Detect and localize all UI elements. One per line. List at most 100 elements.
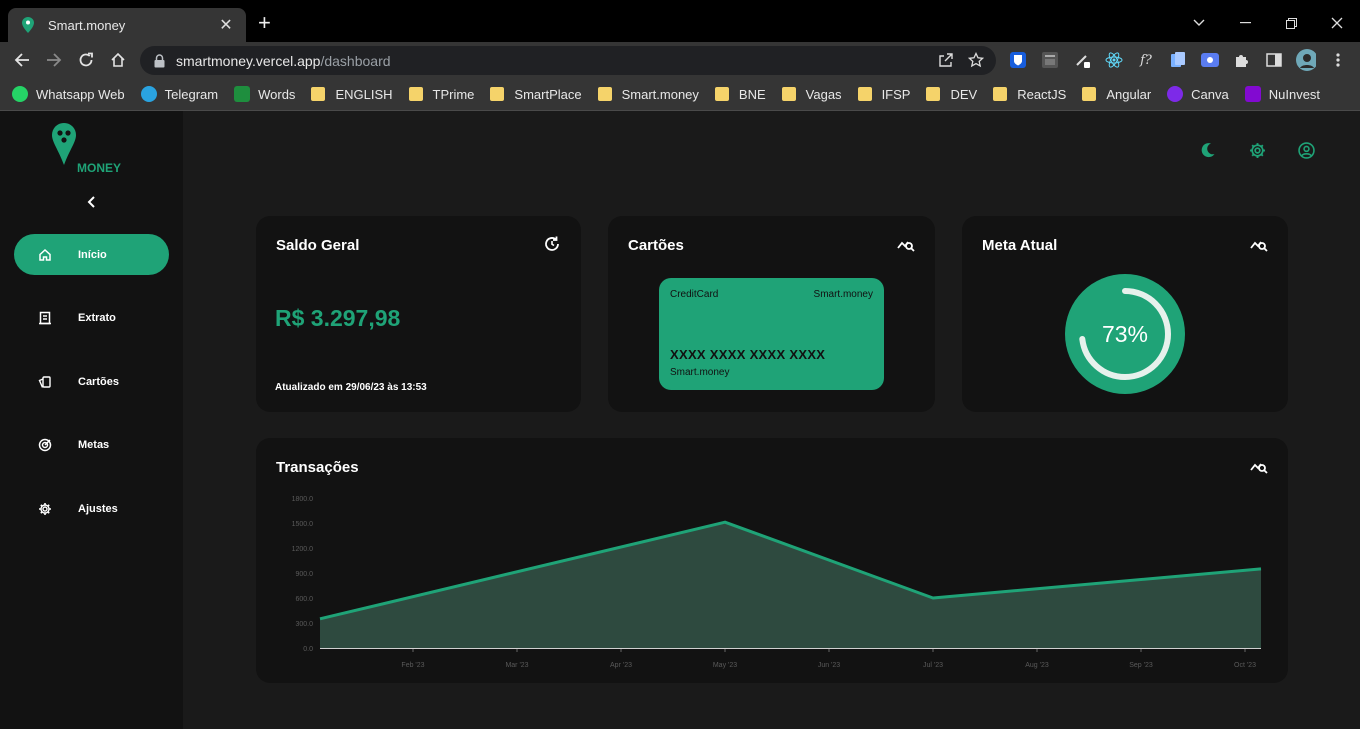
bookmark-canva[interactable]: Canva — [1167, 86, 1229, 102]
bookmark-smartplace[interactable]: SmartPlace — [490, 86, 582, 102]
settings-gear-icon[interactable] — [1248, 141, 1266, 159]
folder-icon — [781, 87, 796, 101]
minimize-icon[interactable] — [1222, 8, 1268, 38]
react-devtools-icon[interactable] — [1104, 50, 1124, 70]
cartoes-card: Cartões CreditCard Smart.money XXXX XXXX… — [608, 216, 935, 412]
bookmark-label: BNE — [738, 86, 766, 102]
y-tick-label: 1500.0 — [292, 521, 314, 528]
y-tick-label: 900.0 — [295, 571, 313, 578]
share-icon[interactable] — [938, 52, 954, 73]
bookmark-label: Whatsapp Web — [36, 86, 125, 102]
chart-search-icon[interactable] — [897, 235, 915, 253]
sidebar: MONEY Início Extrato Cartões Metas Ajust… — [0, 111, 183, 729]
tab-close-icon[interactable]: ✕ — [218, 15, 234, 35]
receipt-icon — [38, 311, 52, 325]
folder-icon — [311, 87, 326, 101]
sidebar-item-metas[interactable]: Metas — [14, 424, 169, 465]
bookmark-angular[interactable]: Angular — [1082, 87, 1151, 102]
bookmark-bne[interactable]: BNE — [714, 86, 766, 102]
meta-percent: 73% — [1101, 320, 1149, 347]
x-tick-label: Jul '23 — [923, 662, 943, 669]
browser-menu-icon[interactable] — [1328, 50, 1348, 70]
tab-title: Smart.money — [48, 17, 126, 33]
sidebar-item-extrato[interactable]: Extrato — [14, 297, 169, 338]
bookmark-label: Telegram — [164, 86, 219, 102]
bookmark-reactjs[interactable]: ReactJS — [993, 87, 1066, 102]
bookmark-star-icon[interactable] — [967, 51, 985, 73]
folder-icon — [993, 87, 1008, 101]
close-window-icon[interactable] — [1314, 8, 1360, 38]
reload-icon[interactable] — [74, 48, 98, 72]
url-path: /dashboard — [320, 52, 391, 69]
new-tab-icon[interactable]: + — [258, 12, 271, 34]
y-tick-label: 1800.0 — [292, 496, 314, 503]
meta-card: Meta Atual 73% — [962, 216, 1288, 412]
card-number: XXXX XXXX XXXX XXXX — [670, 347, 826, 362]
bookmark-dev[interactable]: DEV — [926, 87, 977, 102]
x-tick-label: Apr '23 — [610, 662, 632, 669]
saldo-value: R$ 3.297,98 — [275, 305, 401, 331]
nuinvest-icon — [1244, 86, 1261, 102]
credit-card[interactable]: CreditCard Smart.money XXXX XXXX XXXX XX… — [659, 278, 884, 390]
bookmark-nuinvest[interactable]: NuInvest — [1244, 86, 1320, 102]
screen-capture-extension-icon[interactable] — [1200, 50, 1220, 70]
sheets-icon — [234, 86, 251, 102]
folder-icon — [1082, 87, 1097, 101]
refresh-icon[interactable] — [543, 235, 561, 253]
bookmark-whatsapp-web[interactable]: Whatsapp Web — [12, 86, 125, 102]
side-panel-icon[interactable] — [1264, 50, 1284, 70]
target-icon — [38, 438, 52, 452]
fonts-extension-icon[interactable]: f? — [1136, 50, 1156, 70]
browser-tab[interactable]: Smart.money ✕ — [8, 8, 246, 42]
bitwarden-extension-icon[interactable] — [1008, 50, 1028, 70]
sidebar-item-inicio[interactable]: Início — [14, 234, 169, 275]
bookmark-vagas[interactable]: Vagas — [781, 87, 842, 102]
canva-icon — [1167, 86, 1184, 102]
sidebar-item-label: Extrato — [78, 311, 116, 324]
user-profile-icon[interactable] — [1297, 141, 1315, 159]
extension-icon-2[interactable] — [1040, 50, 1060, 70]
restore-icon[interactable] — [1268, 8, 1314, 38]
collapse-sidebar-icon[interactable] — [83, 193, 99, 211]
smartmoney-logo[interactable]: MONEY — [50, 121, 134, 179]
cartoes-title: Cartões — [628, 237, 684, 254]
sidebar-item-ajustes[interactable]: Ajustes — [14, 488, 169, 529]
y-tick-label: 0.0 — [303, 646, 313, 653]
gear-icon — [38, 502, 52, 516]
home-browser-icon[interactable] — [106, 48, 130, 72]
folder-icon — [714, 87, 729, 101]
bookmark-label: SmartPlace — [514, 86, 582, 102]
color-picker-extension-icon[interactable] — [1072, 50, 1092, 70]
sidebar-item-label: Início — [78, 248, 107, 261]
bookmark-label: DEV — [950, 86, 978, 102]
extension-icon-6[interactable] — [1168, 50, 1188, 70]
bookmark-words[interactable]: Words — [234, 86, 295, 102]
bookmark-smart-money[interactable]: Smart.money — [597, 87, 699, 102]
bookmark-label: IFSP — [881, 86, 911, 102]
bookmark-ifsp[interactable]: IFSP — [857, 86, 911, 102]
forward-icon[interactable] — [42, 48, 66, 72]
back-icon[interactable] — [10, 48, 34, 72]
address-bar[interactable]: smartmoney.vercel.app/dashboard — [140, 46, 996, 75]
extensions-puzzle-icon[interactable] — [1232, 50, 1252, 70]
y-tick-label: 600.0 — [295, 596, 313, 603]
sidebar-item-cartoes[interactable]: Cartões — [14, 361, 169, 402]
sidebar-item-label: Ajustes — [78, 502, 118, 515]
chart-search-icon[interactable] — [1250, 235, 1268, 253]
app-root: MONEY Início Extrato Cartões Metas Ajust… — [0, 111, 1360, 729]
bookmark-telegram[interactable]: Telegram — [140, 86, 219, 102]
bookmark-label: ENGLISH — [335, 86, 393, 102]
url-host: smartmoney.vercel.app — [176, 52, 321, 69]
x-tick-label: Feb '23 — [401, 662, 424, 669]
profile-avatar[interactable] — [1296, 49, 1316, 71]
x-tick-label: May '23 — [713, 662, 737, 669]
card-type: CreditCard — [670, 289, 719, 300]
cards-icon — [38, 375, 52, 389]
folder-icon — [490, 87, 505, 101]
tab-search-icon[interactable] — [1176, 8, 1222, 38]
moon-icon[interactable] — [1199, 141, 1217, 159]
sidebar-item-label: Metas — [78, 438, 110, 451]
bookmark-tprime[interactable]: TPrime — [408, 87, 474, 102]
x-tick-label: Oct '23 — [1234, 662, 1256, 669]
bookmark-english[interactable]: ENGLISH — [311, 86, 393, 102]
